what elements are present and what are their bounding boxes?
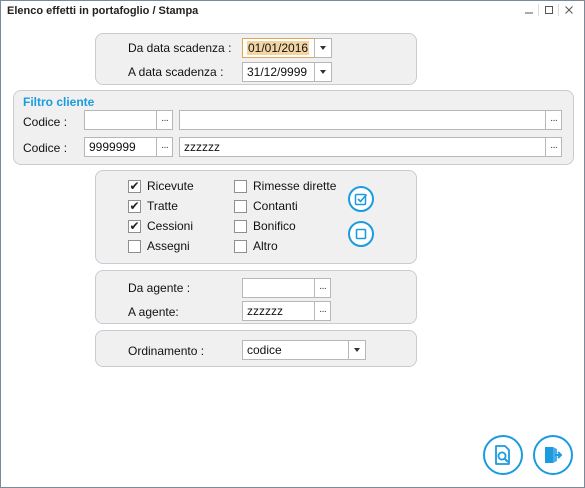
close-icon <box>564 6 573 14</box>
select-all-button[interactable] <box>348 186 374 212</box>
to-date-value: 31/12/9999 <box>247 65 308 79</box>
to-agent-label: A agente: <box>128 305 179 319</box>
checkbox-box[interactable] <box>234 199 247 213</box>
dates-panel: Da data scadenza : 01/01/2016 A data sca… <box>95 33 417 85</box>
chevron-down-icon <box>354 348 360 352</box>
minimize-button[interactable] <box>519 2 538 18</box>
checkbox-box[interactable] <box>234 239 247 253</box>
ellipsis-icon: ··· <box>550 141 558 153</box>
client-code-from-lookup-button[interactable]: ··· <box>156 110 173 130</box>
checkbox-contanti[interactable]: Contanti <box>234 199 298 213</box>
checkbox-box[interactable]: ✔ <box>128 219 141 233</box>
checkbox-box[interactable] <box>234 179 247 193</box>
order-panel: Ordinamento : codice <box>95 330 417 367</box>
client-code-to-input[interactable]: 9999999 <box>84 137 158 157</box>
chevron-down-icon <box>320 70 326 74</box>
window-title: Elenco effetti in portafoglio / Stampa <box>7 5 199 17</box>
exit-button[interactable] <box>533 435 573 475</box>
deselect-all-button[interactable] <box>348 221 374 247</box>
order-label: Ordinamento : <box>128 344 205 358</box>
order-select[interactable]: codice <box>242 340 352 360</box>
checkmark-icon: ✔ <box>129 199 140 213</box>
checkbox-tratte[interactable]: ✔ Tratte <box>128 199 178 213</box>
to-agent-input[interactable]: zzzzzz <box>242 301 316 321</box>
client-code-label-1: Codice : <box>23 115 68 129</box>
ellipsis-icon: ··· <box>319 282 327 294</box>
client-name-from-lookup-button[interactable]: ··· <box>545 110 562 130</box>
from-date-value: 01/01/2016 <box>247 41 310 55</box>
from-date-field[interactable]: 01/01/2016 <box>242 38 318 58</box>
close-button[interactable] <box>559 2 578 18</box>
to-date-field[interactable]: 31/12/9999 <box>242 62 318 82</box>
print-preview-icon <box>495 445 510 465</box>
checkmark-icon: ✔ <box>129 219 140 233</box>
from-agent-lookup-button[interactable]: ··· <box>314 278 331 298</box>
from-agent-input[interactable] <box>242 278 316 298</box>
uncheck-all-icon <box>355 228 367 240</box>
checkbox-ricevute[interactable]: ✔ Ricevute <box>128 179 194 193</box>
client-filter-title: Filtro cliente <box>23 95 95 109</box>
client-name-from-input[interactable] <box>179 110 547 130</box>
client-name-to-lookup-button[interactable]: ··· <box>545 137 562 157</box>
check-all-icon <box>354 193 368 206</box>
client-code-label-2: Codice : <box>23 141 68 155</box>
checkbox-box[interactable] <box>234 219 247 233</box>
dialog-window: Elenco effetti in portafoglio / Stampa D… <box>0 0 585 488</box>
checkmark-icon: ✔ <box>129 179 140 193</box>
ellipsis-icon: ··· <box>550 114 558 126</box>
checkbox-bonifico[interactable]: Bonifico <box>234 219 296 233</box>
to-date-label: A data scadenza : <box>128 65 224 79</box>
maximize-button[interactable] <box>539 2 558 18</box>
checkbox-box[interactable] <box>128 239 141 253</box>
checkbox-box[interactable]: ✔ <box>128 179 141 193</box>
ellipsis-icon: ··· <box>319 305 327 317</box>
maximize-icon <box>544 6 553 14</box>
checkbox-assegni[interactable]: Assegni <box>128 239 190 253</box>
client-code-from-input[interactable] <box>84 110 158 130</box>
order-dropdown-button[interactable] <box>348 340 366 360</box>
checkbox-box[interactable]: ✔ <box>128 199 141 213</box>
payment-types-panel: ✔ Ricevute ✔ Tratte ✔ Cessioni Assegni R… <box>95 170 417 264</box>
to-agent-lookup-button[interactable]: ··· <box>314 301 331 321</box>
client-filter-panel: Filtro cliente Codice : ··· ··· Codice :… <box>13 90 574 165</box>
exit-door-icon <box>545 447 563 463</box>
ellipsis-icon: ··· <box>161 141 169 153</box>
title-bar: Elenco effetti in portafoglio / Stampa <box>1 1 584 22</box>
preview-button[interactable] <box>483 435 523 475</box>
from-date-dropdown-button[interactable] <box>314 38 332 58</box>
window-controls <box>519 2 578 18</box>
from-date-label: Da data scadenza : <box>128 41 232 55</box>
minimize-icon <box>524 12 533 14</box>
agents-panel: Da agente : ··· A agente: zzzzzz ··· <box>95 270 417 324</box>
checkbox-rimesse-dirette[interactable]: Rimesse dirette <box>234 179 336 193</box>
client-name-to-input[interactable]: zzzzzz <box>179 137 547 157</box>
to-date-dropdown-button[interactable] <box>314 62 332 82</box>
ellipsis-icon: ··· <box>161 114 169 126</box>
checkbox-cessioni[interactable]: ✔ Cessioni <box>128 219 193 233</box>
chevron-down-icon <box>320 46 326 50</box>
from-agent-label: Da agente : <box>128 281 191 295</box>
checkbox-altro[interactable]: Altro <box>234 239 278 253</box>
client-code-to-lookup-button[interactable]: ··· <box>156 137 173 157</box>
